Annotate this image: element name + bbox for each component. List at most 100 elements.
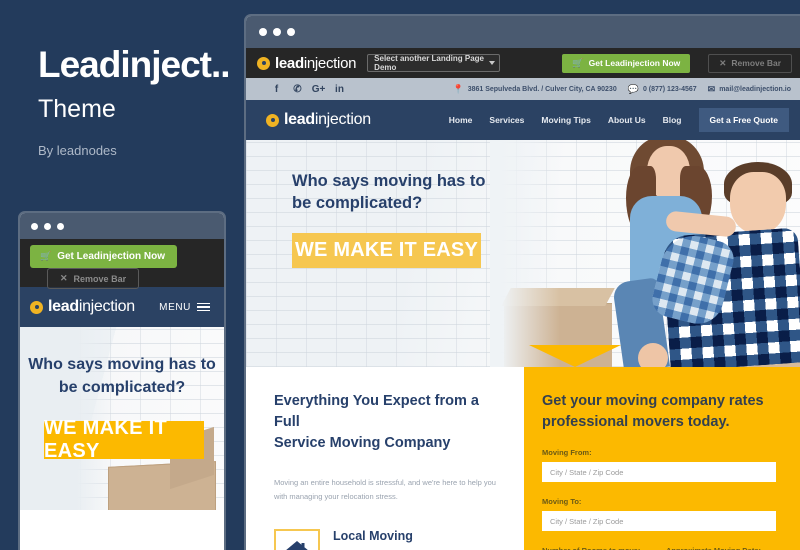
logo-mark-icon	[257, 56, 270, 70]
lower-content: Everything You Expect from a Full Servic…	[246, 367, 800, 550]
contact-phone-text: 0 (877) 123-4567	[642, 85, 697, 93]
date-field: Approximate Moving Date:	[666, 531, 776, 550]
remove-bar-button[interactable]: ✕ Remove Bar	[708, 53, 792, 73]
desktop-hero: Who says moving has to be complicated? W…	[246, 140, 800, 367]
promo-block: Leadinject.. Theme By leadnodes	[38, 44, 238, 158]
rooms-field: Number of Rooms to move:	[542, 531, 652, 550]
window-dot-minimize[interactable]	[44, 222, 51, 230]
twitter-icon[interactable]: ✆	[287, 78, 308, 100]
mobile-site-nav: leadinjection MENU	[20, 287, 224, 327]
contact-email[interactable]: ✉ mail@leadinjection.io	[707, 83, 791, 94]
window-dot-minimize[interactable]	[273, 28, 281, 36]
facebook-icon[interactable]: f	[266, 78, 287, 100]
select-landing-page-demo-dropdown[interactable]: Select another Landing Page Demo	[367, 54, 501, 72]
get-leadinjection-now-button[interactable]: 🛒 Get Leadinjection Now	[562, 53, 691, 73]
admin-logo[interactable]: leadinjection	[257, 55, 356, 72]
select-demo-value: Select another Landing Page Demo	[374, 54, 484, 72]
logo-mark-icon	[266, 113, 279, 127]
window-dot-close[interactable]	[259, 28, 267, 36]
mobile-remove-bar-button[interactable]: ✕ Remove Bar	[47, 268, 140, 289]
site-navigation: leadinjection Home Services Moving Tips …	[246, 100, 800, 140]
hamburger-icon	[197, 302, 210, 312]
contact-address-text: 3861 Sepulveda Blvd. / Culver City, CA 9…	[467, 85, 617, 93]
mobile-content-area	[20, 510, 224, 550]
section-paragraph: Moving an entire household is stressful,…	[274, 478, 496, 501]
content-column: Everything You Expect from a Full Servic…	[246, 367, 524, 550]
section-heading-line2: Service Moving Company	[274, 435, 451, 452]
man-hand-shape	[638, 343, 668, 367]
promo-byline: By leadnodes	[38, 142, 117, 158]
logo-text-bold: lead	[284, 111, 315, 128]
mobile-logo[interactable]: leadinjection	[30, 298, 135, 316]
close-icon: ✕	[719, 57, 727, 68]
form-heading-line2: professional movers today.	[542, 414, 730, 431]
logo-text-bold: lead	[48, 298, 79, 315]
mobile-menu-label: MENU	[159, 301, 191, 313]
mobile-hero-heading-line2: be complicated?	[58, 379, 186, 397]
cart-icon: 🛒	[40, 251, 52, 261]
mobile-cta-label: Get Leadinjection Now	[57, 251, 166, 262]
remove-bar-label: Remove Bar	[731, 58, 781, 68]
logo-text-bold: lead	[275, 54, 304, 72]
feature-text: Local Moving Launch landing pages easily…	[333, 529, 502, 550]
close-icon: ✕	[60, 273, 68, 283]
quote-form-panel: Get your moving company rates profession…	[524, 367, 800, 550]
contact-details: 📍 3861 Sepulveda Blvd. / Culver City, CA…	[452, 83, 791, 94]
google-plus-icon[interactable]: G+	[308, 78, 329, 100]
cart-icon: 🛒	[572, 57, 584, 68]
nav-item-blog[interactable]: Blog	[663, 115, 682, 125]
contact-email-text: mail@leadinjection.io	[719, 85, 791, 93]
window-dot-maximize[interactable]	[287, 28, 295, 36]
nav-item-about-us[interactable]: About Us	[608, 115, 646, 125]
site-logo[interactable]: leadinjection	[266, 111, 371, 129]
form-heading-line1: Get your moving company rates	[542, 393, 764, 409]
mobile-hero-badge: WE MAKE IT EASY	[44, 417, 204, 462]
nav-item-home[interactable]: Home	[449, 115, 473, 125]
moving-date-label: Approximate Moving Date:	[666, 546, 776, 550]
feature-item: Local Moving Launch landing pages easily…	[274, 528, 502, 550]
logo-text-light: injection	[303, 54, 357, 72]
moving-from-input[interactable]: City / State / Zip Code	[542, 462, 776, 483]
man-face-shape	[730, 172, 786, 234]
get-leadinjection-label: Get Leadinjection Now	[588, 58, 681, 68]
window-dot-close[interactable]	[31, 222, 38, 230]
desktop-hero-badge: WE MAKE IT EASY	[292, 233, 481, 268]
moving-from-label: Moving From:	[542, 448, 592, 458]
mobile-remove-label: Remove Bar	[73, 273, 127, 284]
mobile-admin-bar: 🛒 Get Leadinjection Now ✕ Remove Bar	[20, 239, 224, 289]
page-title: Leadinject..	[38, 44, 231, 85]
form-row: Number of Rooms to move: Approximate Mov…	[542, 531, 776, 550]
feature-title: Local Moving	[333, 528, 413, 543]
mobile-window-titlebar	[20, 213, 224, 239]
mobile-menu-button[interactable]: MENU	[159, 302, 210, 313]
mobile-get-leadinjection-button[interactable]: 🛒 Get Leadinjection Now	[30, 245, 178, 268]
window-dot-maximize[interactable]	[57, 222, 64, 230]
section-heading-line1: Everything You Expect from a Full	[274, 393, 479, 431]
moving-to-label: Moving To:	[542, 497, 582, 507]
mobile-hero: Who says moving has to be complicated? W…	[20, 327, 224, 512]
map-pin-icon: 📍	[452, 83, 464, 94]
contact-address: 📍 3861 Sepulveda Blvd. / Culver City, CA…	[452, 83, 617, 94]
desktop-preview-window: leadinjection Select another Landing Pag…	[244, 14, 800, 550]
desktop-window-titlebar	[246, 16, 800, 48]
nav-item-moving-tips[interactable]: Moving Tips	[541, 115, 590, 125]
desktop-hero-heading-line2: be complicated?	[292, 194, 423, 213]
desktop-hero-heading: Who says moving has to be complicated?	[292, 170, 502, 215]
moving-to-input[interactable]: City / State / Zip Code	[542, 511, 776, 532]
mobile-hero-heading: Who says moving has to be complicated?	[20, 353, 224, 399]
get-a-free-quote-button[interactable]: Get a Free Quote	[698, 108, 789, 132]
contact-phone[interactable]: 💬 0 (877) 123-4567	[627, 83, 697, 94]
section-heading: Everything You Expect from a Full Servic…	[274, 391, 502, 454]
nav-item-services[interactable]: Services	[489, 115, 524, 125]
desktop-admin-bar: leadinjection Select another Landing Pag…	[246, 48, 800, 78]
logo-text-light: injection	[78, 298, 135, 315]
desktop-hero-heading-line1: Who says moving has to	[292, 172, 486, 190]
chat-icon: 💬	[627, 83, 639, 94]
contact-bar: f ✆ G+ in 📍 3861 Sepulveda Blvd. / Culve…	[246, 78, 800, 100]
mobile-preview-window: 🛒 Get Leadinjection Now ✕ Remove Bar lea…	[18, 211, 226, 550]
envelope-icon: ✉	[707, 83, 716, 94]
mobile-hero-heading-line1: Who says moving has to	[28, 356, 216, 373]
linkedin-icon[interactable]: in	[329, 78, 350, 100]
logo-text-light: injection	[314, 111, 371, 128]
nav-links: Home Services Moving Tips About Us Blog	[449, 115, 682, 125]
